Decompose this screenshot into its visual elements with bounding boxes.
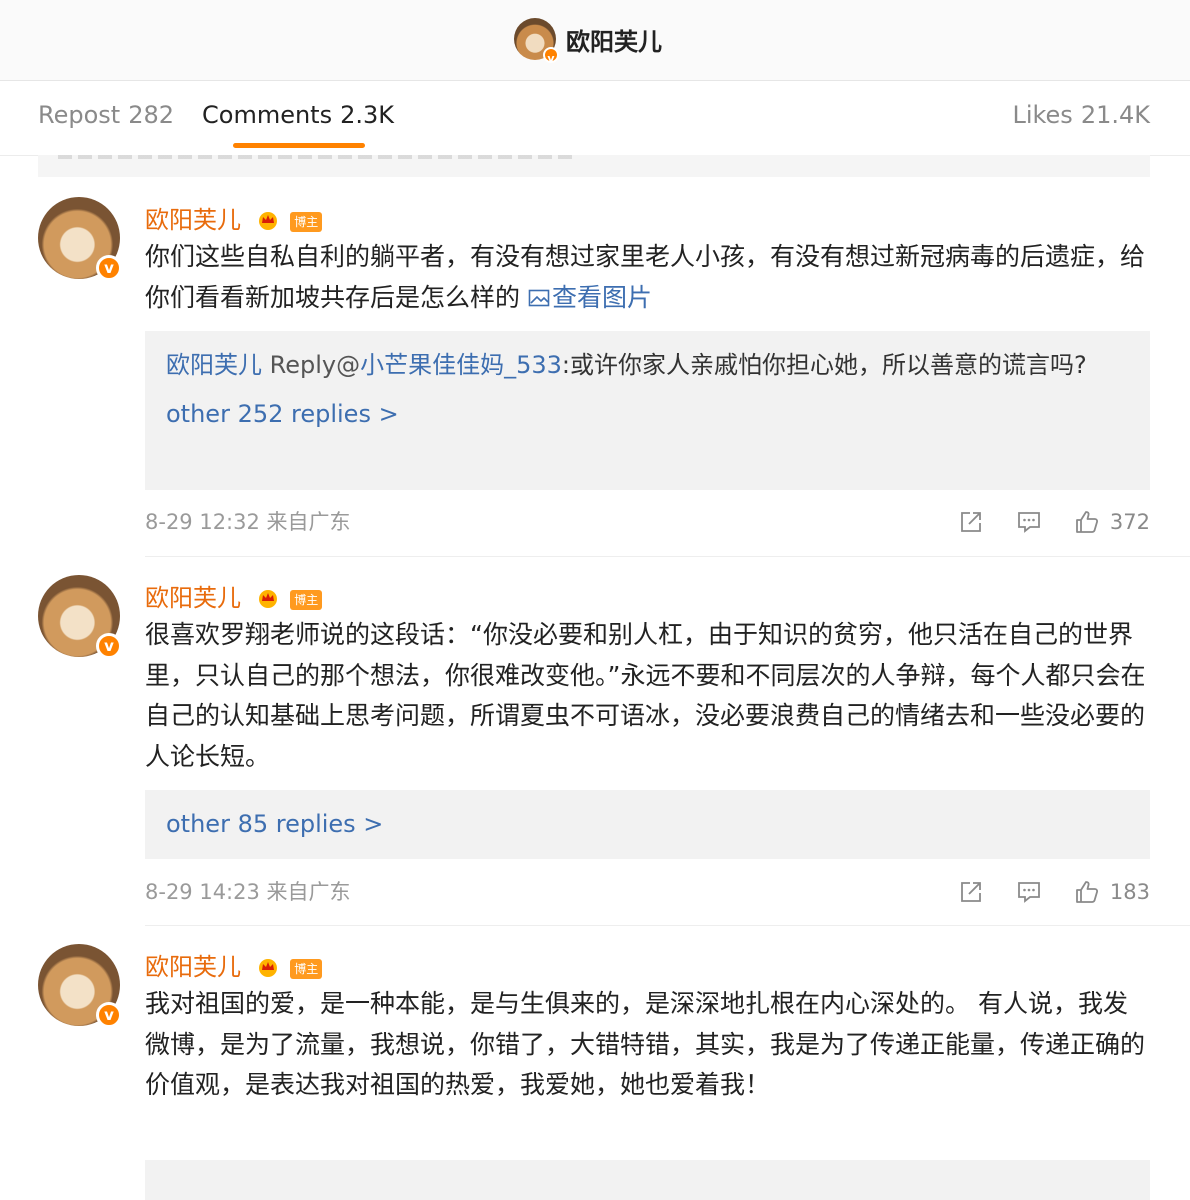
comment-time: 8-29 12:32 来自广东 (145, 505, 351, 539)
page-title: 欧阳芙儿 (566, 28, 662, 56)
tab-bar: Repost 282 Comments 2.3K Likes 21.4K (0, 81, 1190, 156)
like-count: 372 (1109, 510, 1150, 534)
tab-repost-count: 282 (128, 101, 175, 129)
tab-likes-count: 21.4K (1080, 101, 1150, 129)
comment-text: 我对祖国的爱，是一种本能，是与生俱来的，是深深地扎根在内心深处的。 有人说，我发… (145, 984, 1150, 1106)
view-picture-link[interactable]: 查看图片 (528, 283, 652, 312)
comment-time: 8-29 14:23 来自广东 (145, 875, 351, 909)
tab-comments-count: 2.3K (340, 101, 394, 129)
comment-author[interactable]: 欧阳芙儿 (145, 953, 241, 981)
reply-text: 欧阳芙儿 Reply@小芒果佳佳妈_533:或许你家人亲戚怕你担心她，所以善意的… (166, 345, 1129, 385)
commenter-avatar[interactable]: v (38, 944, 122, 1028)
comment-source: 来自广东 (266, 880, 351, 904)
comment-icon[interactable] (1016, 879, 1042, 905)
comment-text: 很喜欢罗翔老师说的这段话：“你没必要和别人杠，由于知识的贫穷，他只活在自己的世界… (145, 615, 1150, 777)
like-icon[interactable] (1074, 879, 1100, 905)
more-replies-link[interactable]: other 85 replies > (166, 804, 1129, 844)
comment-author-row: 欧阳芙儿 博主 (145, 578, 323, 613)
crown-icon (258, 212, 277, 230)
view-picture-label: 查看图片 (551, 282, 652, 312)
host-badge: 博主 (290, 959, 323, 979)
reply-author[interactable]: 欧阳芙儿 (166, 351, 262, 379)
commenter-avatar[interactable]: v (38, 575, 122, 659)
active-tab-indicator (233, 143, 365, 148)
like-count: 183 (1109, 880, 1150, 904)
header-avatar[interactable]: v (514, 18, 559, 65)
tab-likes-label: Likes (1012, 101, 1073, 129)
crown-icon (258, 959, 277, 977)
scrolled-reply-box (38, 155, 1150, 177)
comment-source: 来自广东 (266, 510, 351, 534)
top-bar: v 欧阳芙儿 (0, 0, 1190, 81)
comment-author[interactable]: 欧阳芙儿 (145, 206, 241, 234)
verified-badge-icon: v (96, 1002, 122, 1028)
share-icon[interactable] (958, 509, 984, 535)
comment-author-row: 欧阳芙儿 博主 (145, 200, 323, 235)
comment-icon[interactable] (1016, 509, 1042, 535)
comment-date: 8-29 12:32 (145, 510, 260, 534)
comment-author[interactable]: 欧阳芙儿 (145, 584, 241, 612)
tab-repost[interactable]: Repost 282 (38, 101, 174, 129)
reply-preview-cutoff (145, 1160, 1150, 1200)
crown-icon (258, 590, 277, 608)
comment-meta: 8-29 14:23 来自广东 183 (145, 875, 1150, 909)
host-badge: 博主 (290, 212, 323, 232)
comment-body: 很喜欢罗翔老师说的这段话：“你没必要和别人杠，由于知识的贫穷，他只活在自己的世界… (145, 620, 1146, 771)
verified-badge-icon: v (543, 47, 559, 65)
verified-badge-icon: v (96, 633, 122, 659)
reply-preview[interactable]: 欧阳芙儿 Reply@小芒果佳佳妈_533:或许你家人亲戚怕你担心她，所以善意的… (145, 331, 1150, 490)
commenter-avatar[interactable]: v (38, 197, 122, 281)
more-replies-link[interactable]: other 252 replies > (166, 394, 1129, 434)
tab-comments-label: Comments (202, 101, 333, 129)
comment-actions: 183 (926, 875, 1150, 909)
divider (145, 556, 1190, 557)
comment-actions: 372 (926, 505, 1150, 539)
host-badge: 博主 (290, 590, 323, 610)
picture-icon (528, 289, 550, 306)
comment-author-row: 欧阳芙儿 博主 (145, 947, 323, 982)
comment-meta: 8-29 12:32 来自广东 372 (145, 505, 1150, 539)
tab-likes[interactable]: Likes 21.4K (1012, 101, 1150, 129)
tab-repost-label: Repost (38, 101, 121, 129)
reply-body: :或许你家人亲戚怕你担心她，所以善意的谎言吗? (561, 351, 1087, 379)
comment-body: 我对祖国的爱，是一种本能，是与生俱来的，是深深地扎根在内心深处的。 有人说，我发… (145, 989, 1146, 1099)
tab-comments[interactable]: Comments 2.3K (202, 101, 394, 129)
divider (145, 925, 1190, 926)
reply-preview[interactable]: other 85 replies > (145, 790, 1150, 859)
reply-keyword: Reply@ (269, 351, 361, 379)
share-icon[interactable] (958, 879, 984, 905)
verified-badge-icon: v (96, 255, 122, 281)
reply-target[interactable]: 小芒果佳佳妈_533 (360, 351, 562, 379)
comment-text: 你们这些自私自利的躺平者，有没有想过家里老人小孩，有没有想过新冠病毒的后遗症，给… (145, 237, 1150, 318)
like-icon[interactable] (1074, 509, 1100, 535)
comment-date: 8-29 14:23 (145, 880, 260, 904)
